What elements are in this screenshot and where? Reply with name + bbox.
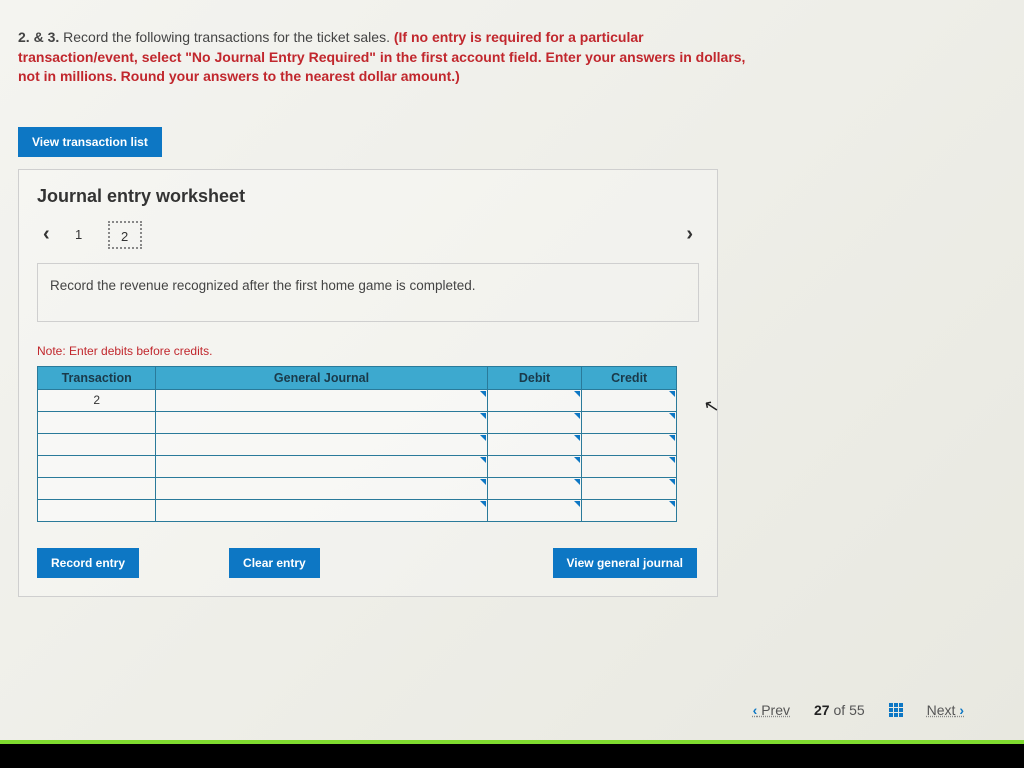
pager-page-2[interactable]: 2 (108, 221, 142, 249)
worksheet-title: Journal entry worksheet (37, 186, 699, 207)
cell-transaction-blank (38, 499, 156, 521)
journal-worksheet-panel: Journal entry worksheet ‹ 1 2 › Record t… (18, 169, 718, 597)
table-row (38, 455, 677, 477)
bottom-band (0, 744, 1024, 768)
cell-credit-input[interactable] (582, 477, 677, 499)
cell-credit-input[interactable] (582, 433, 677, 455)
chevron-left-icon: ‹ (753, 702, 758, 718)
cell-transaction-blank (38, 433, 156, 455)
col-general-journal: General Journal (156, 366, 487, 389)
cell-account-input[interactable] (156, 477, 487, 499)
table-row: 2 (38, 389, 677, 411)
cell-credit-input[interactable] (582, 455, 677, 477)
pager-next-icon[interactable]: › (680, 223, 699, 246)
chevron-right-icon: › (959, 702, 964, 718)
col-debit: Debit (487, 366, 582, 389)
pager-page-1[interactable]: 1 (62, 221, 96, 249)
cell-credit-input[interactable] (582, 389, 677, 411)
cell-transaction-number: 2 (38, 389, 156, 411)
question-number: 2. & 3. (18, 29, 59, 45)
debit-credit-note: Note: Enter debits before credits. (37, 344, 699, 358)
table-row (38, 433, 677, 455)
transaction-prompt: Record the revenue recognized after the … (37, 263, 699, 322)
table-row (38, 411, 677, 433)
question-instructions: 2. & 3. Record the following transaction… (18, 28, 758, 87)
col-credit: Credit (582, 366, 677, 389)
entry-pager: ‹ 1 2 › (37, 221, 699, 249)
question-counter: 27 of 55 (814, 702, 865, 718)
cell-debit-input[interactable] (487, 411, 582, 433)
next-question-link[interactable]: Next › (927, 702, 964, 718)
cell-transaction-blank (38, 477, 156, 499)
cell-account-input[interactable] (156, 499, 487, 521)
footer-navigation: ‹ Prev 27 of 55 Next › (753, 702, 964, 718)
cell-debit-input[interactable] (487, 455, 582, 477)
prev-label: Prev (761, 702, 790, 718)
view-general-journal-button[interactable]: View general journal (553, 548, 697, 578)
next-label: Next (927, 702, 956, 718)
cell-debit-input[interactable] (487, 433, 582, 455)
journal-entry-table: Transaction General Journal Debit Credit… (37, 366, 677, 522)
table-row (38, 477, 677, 499)
cell-credit-input[interactable] (582, 411, 677, 433)
cell-account-input[interactable] (156, 389, 487, 411)
cell-credit-input[interactable] (582, 499, 677, 521)
pager-prev-icon[interactable]: ‹ (37, 223, 56, 246)
cell-account-input[interactable] (156, 455, 487, 477)
cell-debit-input[interactable] (487, 477, 582, 499)
worksheet-actions: Record entry Clear entry View general jo… (37, 548, 697, 578)
cell-transaction-blank (38, 455, 156, 477)
grid-icon[interactable] (889, 703, 903, 717)
cell-account-input[interactable] (156, 433, 487, 455)
cell-debit-input[interactable] (487, 389, 582, 411)
prev-question-link[interactable]: ‹ Prev (753, 702, 790, 718)
cell-debit-input[interactable] (487, 499, 582, 521)
clear-entry-button[interactable]: Clear entry (229, 548, 320, 578)
instruction-text: Record the following transactions for th… (59, 29, 394, 45)
cell-transaction-blank (38, 411, 156, 433)
record-entry-button[interactable]: Record entry (37, 548, 139, 578)
table-row (38, 499, 677, 521)
view-transaction-list-button[interactable]: View transaction list (18, 127, 162, 157)
col-transaction: Transaction (38, 366, 156, 389)
cell-account-input[interactable] (156, 411, 487, 433)
